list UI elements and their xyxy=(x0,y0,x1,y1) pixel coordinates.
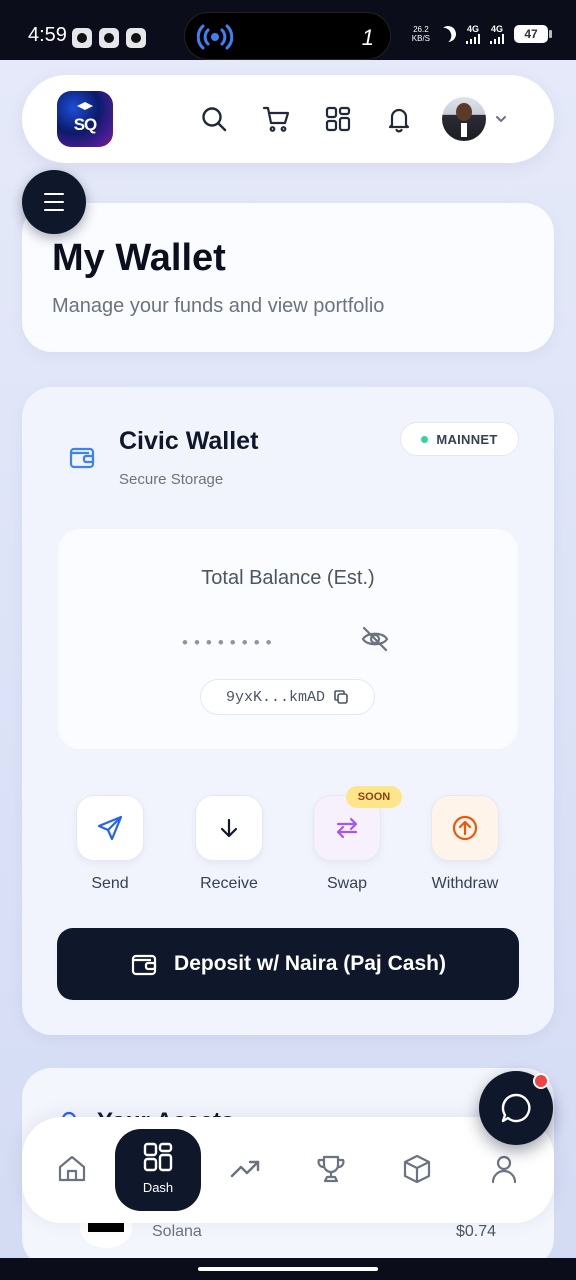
nav-dash-label: Dash xyxy=(142,1180,174,1195)
wallet-address[interactable]: 9yxK...kmAD xyxy=(200,679,375,715)
profile-menu[interactable] xyxy=(442,97,508,141)
trophy-icon[interactable] xyxy=(315,1153,347,1185)
swap-button[interactable]: SOON xyxy=(313,786,402,861)
bell-icon[interactable] xyxy=(385,105,413,133)
chat-button[interactable] xyxy=(479,1071,553,1145)
user-icon[interactable] xyxy=(488,1153,520,1185)
search-icon[interactable] xyxy=(200,105,228,133)
bottom-nav: Dash xyxy=(22,1117,554,1223)
signal-bars-icon xyxy=(466,34,480,44)
box-icon[interactable] xyxy=(401,1153,433,1185)
balance-panel: Total Balance (Est.) •••••••• 9yxK...kmA… xyxy=(58,529,518,749)
receive-button[interactable] xyxy=(195,795,263,861)
status-bar: 4:59 1 26.2 KB/S 4G 4G 47 xyxy=(0,0,576,60)
asset-name: Solana xyxy=(152,1223,202,1240)
graduation-cap-icon xyxy=(77,102,93,110)
dynamic-island: 1 xyxy=(184,12,391,60)
send-label: Send xyxy=(91,875,129,892)
send-button[interactable] xyxy=(76,795,144,861)
top-nav: SQ xyxy=(22,75,554,163)
soon-badge: SOON xyxy=(346,786,402,808)
nav-dash[interactable]: Dash xyxy=(115,1129,201,1211)
app-notification-icon xyxy=(99,28,119,48)
page-subtitle: Manage your funds and view portfolio xyxy=(52,295,385,317)
deposit-label: Deposit w/ Naira (Paj Cash) xyxy=(174,952,446,975)
withdraw-label: Withdraw xyxy=(431,875,499,892)
withdraw-icon xyxy=(452,815,478,841)
page-title: My Wallet xyxy=(52,237,226,279)
balance-value-hidden: •••••••• xyxy=(182,633,278,652)
gesture-bar xyxy=(0,1258,576,1280)
menu-icon xyxy=(44,193,64,195)
signal-1: 4G xyxy=(466,24,480,44)
page-header-card: My Wallet Manage your funds and view por… xyxy=(22,203,554,352)
notification-dot xyxy=(533,1073,549,1089)
receive-action[interactable]: Receive xyxy=(179,795,279,893)
app-notification-icon xyxy=(72,28,92,48)
wallet-icon xyxy=(69,447,95,469)
signal-2: 4G xyxy=(490,24,504,44)
send-icon xyxy=(97,815,123,841)
cart-icon[interactable] xyxy=(262,105,290,133)
wallet-subtitle: Secure Storage xyxy=(119,471,224,488)
balance-label: Total Balance (Est.) xyxy=(201,567,375,589)
avatar[interactable] xyxy=(442,97,486,141)
copy-icon[interactable] xyxy=(333,689,349,705)
swap-icon xyxy=(336,817,358,839)
wallet-card: Civic Wallet Secure Storage MAINNET Tota… xyxy=(22,387,554,1035)
status-time: 4:59 xyxy=(28,24,67,46)
grid-icon[interactable] xyxy=(324,105,352,133)
withdraw-button[interactable] xyxy=(431,795,499,861)
status-right: 26.2 KB/S 4G 4G 47 xyxy=(411,24,552,45)
network-badge: MAINNET xyxy=(400,422,519,456)
dashboard-icon xyxy=(143,1142,173,1172)
home-indicator[interactable] xyxy=(198,1267,378,1271)
receive-label: Receive xyxy=(200,875,258,892)
deposit-naira-button[interactable]: Deposit w/ Naira (Paj Cash) xyxy=(57,928,519,1000)
eye-off-icon[interactable] xyxy=(360,624,390,654)
moon-icon xyxy=(438,24,459,45)
notification-icons xyxy=(72,28,146,48)
home-icon[interactable] xyxy=(56,1153,88,1185)
status-dot xyxy=(421,435,429,443)
chevron-down-icon[interactable] xyxy=(494,112,508,126)
chat-bubble-icon xyxy=(501,1093,531,1123)
island-count: 1 xyxy=(361,25,374,50)
wallet-name: Civic Wallet xyxy=(119,427,259,455)
menu-button[interactable] xyxy=(22,170,86,234)
battery-icon: 47 xyxy=(514,25,552,43)
app-notification-icon xyxy=(126,28,146,48)
send-action[interactable]: Send xyxy=(60,795,160,893)
signal-bars-icon xyxy=(490,34,504,44)
swap-action[interactable]: SOON Swap xyxy=(297,786,402,893)
network-speed: 26.2 KB/S xyxy=(411,25,430,43)
receive-arrow-icon xyxy=(220,818,238,838)
withdraw-action[interactable]: Withdraw xyxy=(415,795,515,893)
swap-label: Swap xyxy=(326,875,368,892)
hotspot-icon xyxy=(197,24,233,50)
app-logo[interactable]: SQ xyxy=(57,91,113,147)
asset-value: $0.74 xyxy=(455,1223,496,1240)
trending-icon[interactable] xyxy=(229,1153,261,1185)
wallet-icon xyxy=(131,954,157,976)
